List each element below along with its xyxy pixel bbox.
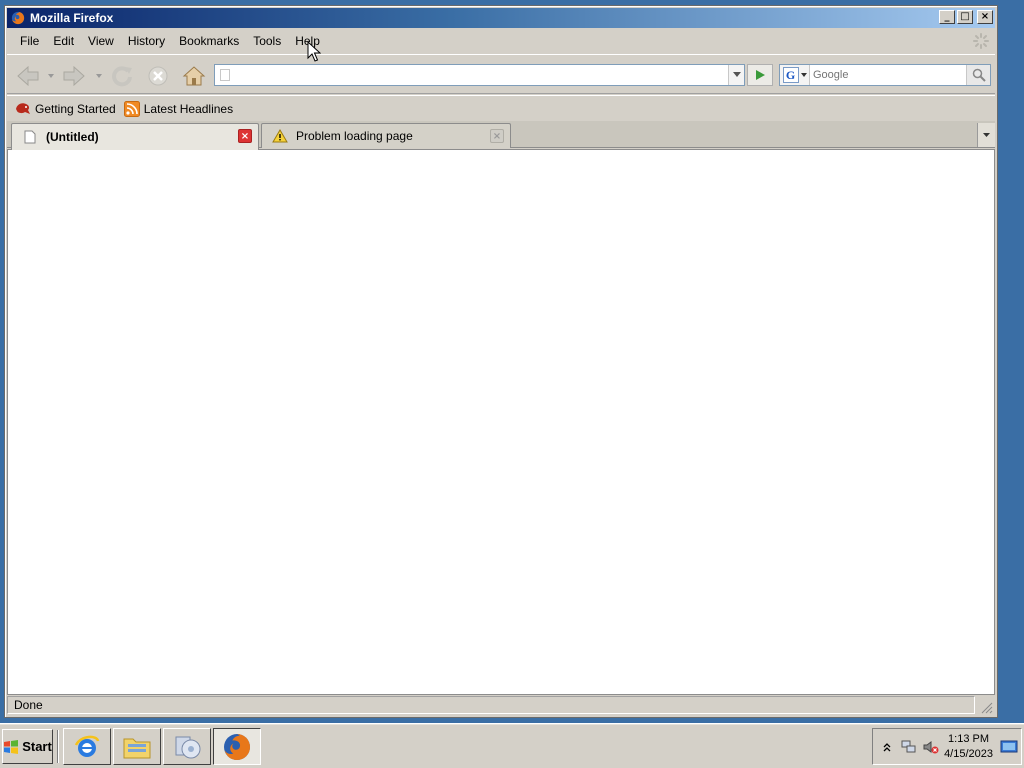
magnifier-icon	[972, 68, 986, 82]
bookmark-getting-started[interactable]: Getting Started	[15, 101, 116, 117]
blank-page-icon	[22, 129, 38, 145]
forward-button[interactable]	[61, 63, 87, 89]
internet-explorer-icon	[74, 735, 100, 757]
url-bar[interactable]	[214, 64, 745, 86]
tab-list-button[interactable]	[977, 123, 995, 147]
bookmarks-toolbar: Getting Started Latest Headlines	[7, 95, 995, 121]
bookmark-label: Getting Started	[35, 101, 116, 116]
speaker-muted-icon[interactable]	[923, 739, 939, 755]
rss-feed-icon	[123, 100, 140, 117]
minimize-button[interactable]: _	[939, 10, 955, 24]
clock[interactable]: 1:13 PM 4/15/2023	[944, 732, 993, 762]
start-label: Start	[22, 739, 52, 754]
tab-close-button[interactable]: ×	[238, 129, 252, 143]
close-button[interactable]: ×	[977, 10, 993, 24]
show-desktop-icon[interactable]	[1000, 739, 1018, 755]
menu-bar: File Edit View History Bookmarks Tools H…	[7, 30, 995, 52]
bookmark-label: Latest Headlines	[143, 101, 234, 116]
search-bar: G	[779, 64, 991, 86]
menu-history[interactable]: History	[121, 34, 172, 48]
menu-bookmarks[interactable]: Bookmarks	[172, 34, 246, 48]
status-text: Done	[7, 696, 975, 714]
maximize-button[interactable]: □	[957, 10, 973, 24]
firefox-logo-icon	[10, 10, 26, 26]
folder-icon	[123, 738, 151, 758]
taskbar-media-player[interactable]	[163, 728, 211, 765]
start-button[interactable]: Start	[2, 729, 53, 764]
back-history-dropdown-icon[interactable]	[47, 73, 55, 79]
url-history-dropdown[interactable]	[728, 65, 744, 85]
page-favicon-icon	[220, 69, 230, 81]
tab-label: Problem loading page	[296, 129, 413, 143]
forward-arrow-icon	[63, 65, 85, 87]
go-button[interactable]	[747, 64, 773, 86]
back-button[interactable]	[15, 63, 41, 89]
status-bar: Done	[7, 695, 995, 715]
search-engine-selector[interactable]: G	[780, 65, 810, 85]
throbber-icon	[973, 33, 989, 49]
menu-tools[interactable]: Tools	[246, 34, 288, 48]
tab-untitled[interactable]: (Untitled) ×	[11, 123, 259, 150]
firefox-bookmark-icon	[15, 101, 31, 117]
menu-file[interactable]: File	[13, 34, 46, 48]
clock-date: 4/15/2023	[944, 748, 993, 760]
show-hidden-icons-chevron-icon[interactable]	[879, 739, 895, 755]
back-arrow-icon	[17, 65, 39, 87]
firefox-window: Mozilla Firefox _ □ × File Edit View His…	[4, 5, 998, 718]
system-tray: 1:13 PM 4/15/2023	[872, 728, 1022, 765]
taskbar: Start 1:13 PM 4/15/2023	[0, 723, 1024, 768]
chevron-down-icon	[800, 72, 807, 77]
navigation-toolbar: G	[7, 54, 995, 94]
media-player-icon	[175, 736, 201, 758]
taskbar-firefox[interactable]	[213, 728, 261, 765]
tab-problem-loading[interactable]: Problem loading page ×	[261, 123, 511, 148]
bookmark-latest-headlines[interactable]: Latest Headlines	[123, 100, 234, 117]
url-input[interactable]	[230, 66, 728, 84]
tab-close-button[interactable]: ×	[490, 129, 504, 143]
forward-history-dropdown-icon[interactable]	[95, 73, 103, 79]
reload-icon	[112, 66, 132, 87]
chevron-down-icon	[983, 132, 990, 137]
firefox-icon	[224, 733, 250, 760]
home-icon	[182, 66, 206, 86]
menu-edit[interactable]: Edit	[46, 34, 81, 48]
taskbar-windows-explorer[interactable]	[113, 728, 161, 765]
chevron-down-icon	[732, 72, 741, 77]
page-content[interactable]	[7, 149, 995, 695]
reload-button[interactable]	[109, 63, 135, 89]
home-button[interactable]	[181, 63, 207, 89]
google-logo-icon: G	[782, 67, 799, 83]
mouse-cursor-icon	[307, 41, 321, 62]
tab-strip: (Untitled) × Problem loading page ×	[7, 121, 995, 150]
go-arrow-icon	[756, 70, 765, 80]
menu-view[interactable]: View	[81, 34, 121, 48]
warning-icon	[272, 128, 288, 144]
taskbar-internet-explorer[interactable]	[63, 728, 111, 765]
taskbar-separator	[57, 730, 59, 763]
search-input[interactable]	[810, 66, 966, 84]
stop-icon	[148, 66, 168, 86]
resize-grip-icon[interactable]	[979, 700, 993, 714]
network-icon[interactable]	[901, 739, 917, 755]
windows-logo-icon	[4, 739, 19, 754]
stop-button[interactable]	[145, 63, 171, 89]
title-bar[interactable]: Mozilla Firefox _ □ ×	[7, 8, 995, 28]
window-title: Mozilla Firefox	[30, 11, 114, 25]
clock-time: 1:13 PM	[948, 733, 990, 745]
search-button[interactable]	[966, 65, 990, 85]
tab-label: (Untitled)	[46, 130, 99, 144]
